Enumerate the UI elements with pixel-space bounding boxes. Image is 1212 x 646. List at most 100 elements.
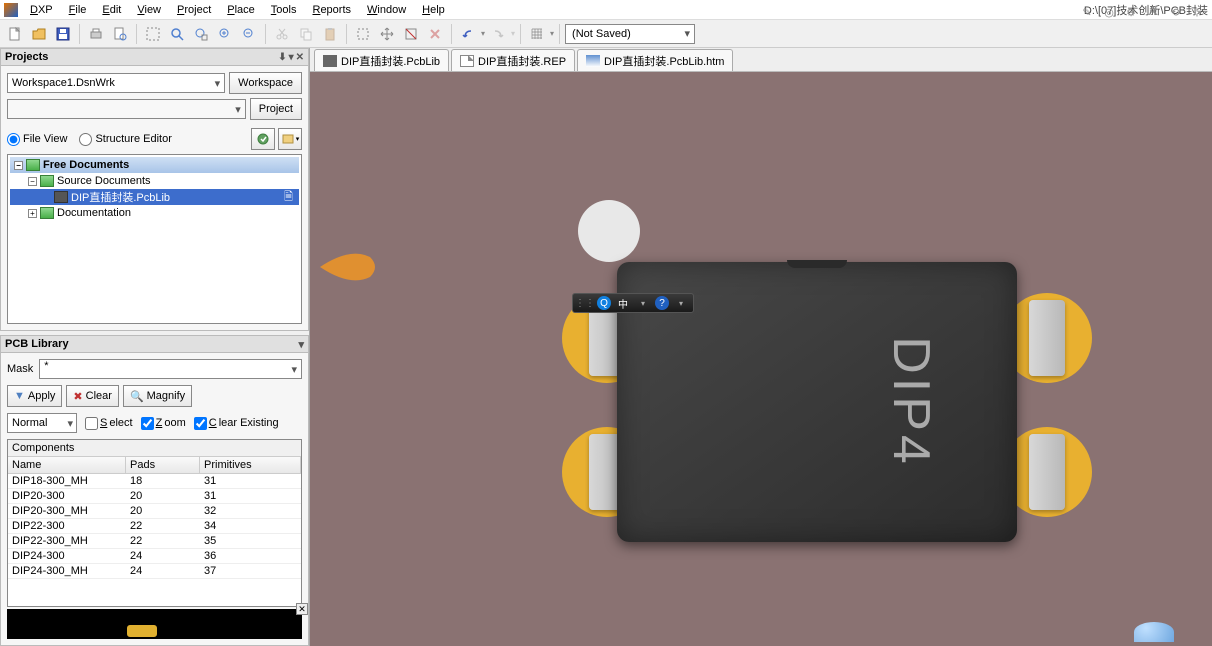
pin-icon[interactable]: ⬇ [278,52,286,63]
menu-place[interactable]: Place [219,2,263,18]
document-tabs: DIP直插封装.PcbLib DIP直插封装.REP DIP直插封装.PcbLi… [310,48,1212,72]
menu-dxp[interactable]: DXP [22,2,61,18]
project-options-icon[interactable]: ▾ [278,128,302,150]
collapse-icon[interactable]: ▾ [298,338,304,351]
projects-panel: Workspace1.DsnWrk Workspace Project File… [0,66,309,331]
tree-free-documents[interactable]: −Free Documents [10,157,299,173]
cut-icon[interactable] [271,23,293,45]
close-preview-icon[interactable]: ✕ [296,603,308,615]
zoom-out-icon[interactable] [238,23,260,45]
pencil-icon[interactable]: ✎ [1078,3,1096,21]
tree-documentation[interactable]: +Documentation [10,205,299,221]
menu-reports[interactable]: Reports [304,2,359,18]
menu-tools[interactable]: Tools [263,2,305,18]
col-primitives[interactable]: Primitives [200,457,301,473]
menu-project[interactable]: Project [169,2,219,18]
copy-icon[interactable] [295,23,317,45]
ime-toolbar[interactable]: ⋮⋮ Q 中 ▾ ? ▾ [572,293,694,313]
grid-title: Components [8,440,301,457]
menu-window[interactable]: Window [359,2,414,18]
file-view-radio[interactable]: File View [7,133,67,146]
apply-button[interactable]: ▼Apply [7,385,62,407]
undo-icon[interactable] [457,23,479,45]
components-grid[interactable]: Components Name Pads Primitives DIP18-30… [7,439,302,607]
zoom-selected-icon[interactable] [190,23,212,45]
preview-strip: ✕ [7,609,302,639]
chip-label: DIP4 [881,336,941,468]
zoom-area-icon[interactable] [142,23,164,45]
right-toolbar: ✎ ◎ ⚙ A ⟲ ⊹ [1078,0,1206,24]
project-combo[interactable] [7,99,246,119]
nav-cube-icon[interactable] [1134,622,1174,642]
deselect-icon[interactable] [400,23,422,45]
menu-file[interactable]: File [61,2,95,18]
hole-marker [578,200,640,262]
menu-edit[interactable]: Edit [94,2,129,18]
zoom-in-icon[interactable] [214,23,236,45]
tab-htm[interactable]: DIP直插封装.PcbLib.htm [577,49,733,71]
save-icon[interactable] [52,23,74,45]
project-button[interactable]: Project [250,98,302,120]
redo-icon[interactable] [487,23,509,45]
grid-icon[interactable] [526,23,548,45]
table-row[interactable]: DIP20-3002031 [8,489,301,504]
coord-icon[interactable]: ⊹ [1188,3,1206,21]
rotate-icon[interactable]: ⟲ [1166,3,1184,21]
ime-help-icon[interactable]: ? [655,296,669,310]
col-pads[interactable]: Pads [126,457,200,473]
magnify-button[interactable]: 🔍Magnify [123,385,192,407]
table-row[interactable]: DIP22-3002234 [8,519,301,534]
table-row[interactable]: DIP20-300_MH2032 [8,504,301,519]
chip-notch [787,260,847,268]
move-icon[interactable] [376,23,398,45]
structure-editor-radio[interactable]: Structure Editor [79,133,171,146]
circle-target-icon[interactable]: ◎ [1100,3,1118,21]
table-row[interactable]: DIP18-300_MH1831 [8,474,301,489]
clear-existing-checkbox[interactable]: Clear Existing [194,417,279,430]
new-file-icon[interactable] [4,23,26,45]
tab-pcblib[interactable]: DIP直插封装.PcbLib [314,49,449,71]
table-row[interactable]: DIP22-300_MH2235 [8,534,301,549]
app-logo [4,3,18,17]
menubar: DXP File Edit View Project Place Tools R… [0,0,1212,20]
ime-search-icon[interactable]: Q [597,296,611,310]
mask-input[interactable]: * [39,359,302,379]
print-icon[interactable] [85,23,107,45]
mask-label: Mask [7,363,33,375]
tree-pcblib-file[interactable]: DIP直插封装.PcbLib 🗎 [10,189,299,205]
main-toolbar: ▾ ▾ ▾ (Not Saved) ✎ ◎ ⚙ A ⟲ ⊹ [0,20,1212,48]
select-icon[interactable] [352,23,374,45]
text-a-icon[interactable]: A [1144,3,1162,21]
zoom-fit-icon[interactable] [166,23,188,45]
table-row[interactable]: DIP24-300_MH2437 [8,564,301,579]
ime-grip-icon[interactable]: ⋮⋮ [577,295,593,311]
clear-icon[interactable] [424,23,446,45]
tree-source-documents[interactable]: −Source Documents [10,173,299,189]
workspace-button[interactable]: Workspace [229,72,302,94]
col-name[interactable]: Name [8,457,126,473]
close-panel-icon[interactable]: ✕ [296,52,304,63]
save-status-combo[interactable]: (Not Saved) [565,24,695,44]
ime-lang-toggle[interactable]: 中 [615,295,631,311]
preview-icon[interactable] [109,23,131,45]
gear-icon[interactable]: ⚙ [1122,3,1140,21]
teardrop-shape [320,247,380,287]
normal-combo[interactable]: Normal [7,413,77,433]
clear-button[interactable]: ✖Clear [66,385,119,407]
workspace-combo[interactable]: Workspace1.DsnWrk [7,73,225,93]
select-checkbox[interactable]: Select [85,417,133,430]
menu-view[interactable]: View [129,2,169,18]
sidebar: Projects ⬇ ▾ ✕ Workspace1.DsnWrk Workspa… [0,48,310,646]
recompile-icon[interactable] [251,128,275,150]
project-tree[interactable]: −Free Documents −Source Documents DIP直插封… [7,154,302,324]
table-row[interactable]: DIP24-3002436 [8,549,301,564]
dropdown-icon[interactable]: ▾ [289,52,294,63]
pcb-3d-view[interactable]: DIP4 ⋮⋮ Q 中 ▾ ? ▾ [310,72,1212,646]
canvas-area: DIP直插封装.PcbLib DIP直插封装.REP DIP直插封装.PcbLi… [310,48,1212,646]
open-folder-icon[interactable] [28,23,50,45]
tab-rep[interactable]: DIP直插封装.REP [451,49,575,71]
paste-icon[interactable] [319,23,341,45]
zoom-checkbox[interactable]: Zoom [141,417,186,430]
menu-help[interactable]: Help [414,2,453,18]
pcb-library-panel: Mask * ▼Apply ✖Clear 🔍Magnify Normal Sel… [0,353,309,646]
